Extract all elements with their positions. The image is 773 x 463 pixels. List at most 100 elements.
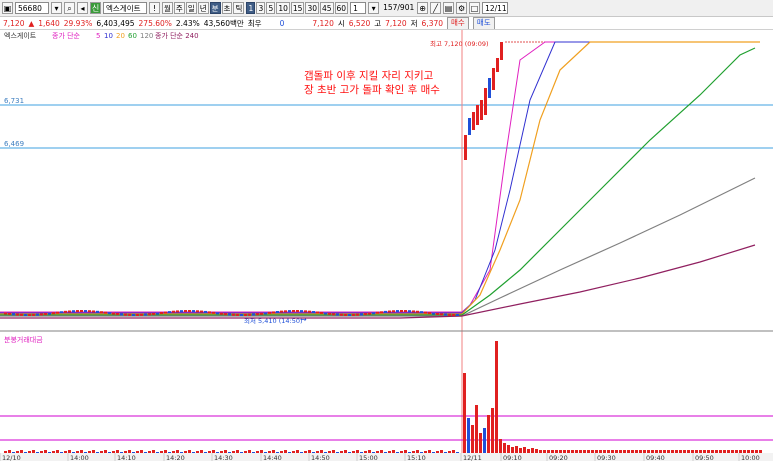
period-button[interactable]: 월 xyxy=(162,2,173,14)
volume-bar xyxy=(60,452,63,453)
stock-code-input[interactable]: 56680 xyxy=(15,2,49,14)
legend-stock-name: 엑스게이트 xyxy=(4,31,37,40)
period-button[interactable]: 년 xyxy=(197,2,209,14)
volume-bar xyxy=(751,450,754,453)
interval-button[interactable]: 1 xyxy=(246,2,256,14)
volume-bar xyxy=(120,452,123,453)
candle xyxy=(364,313,367,316)
candle xyxy=(404,310,407,313)
gear-icon[interactable]: ⚙ xyxy=(456,2,468,14)
volume-bar xyxy=(583,450,586,453)
volume-bar xyxy=(328,451,331,453)
interval-button[interactable]: 30 xyxy=(305,2,319,14)
period-button[interactable]: 주 xyxy=(173,2,185,14)
volume-bar xyxy=(276,452,279,453)
quote-high-value: 7,120 xyxy=(385,18,407,28)
candle xyxy=(216,312,219,315)
line-icon[interactable]: ╱ xyxy=(430,2,442,14)
candle xyxy=(368,312,371,315)
interval-button[interactable]: 5 xyxy=(266,2,276,14)
volume-bar xyxy=(471,425,474,453)
candle xyxy=(232,313,235,316)
x-axis-tick: 14:50 xyxy=(311,454,330,461)
x-axis-tick: 09:40 xyxy=(646,454,665,461)
volume-bar xyxy=(479,433,482,453)
volume-bar xyxy=(547,450,550,453)
candle xyxy=(396,310,399,313)
sell-button[interactable]: 매도 xyxy=(472,17,495,29)
quote-open-label: 시 xyxy=(337,18,345,28)
candle xyxy=(112,312,115,315)
volume-bar xyxy=(703,450,706,453)
info-icon[interactable]: ! xyxy=(149,2,160,14)
high-annotation: 최고 7,120 (09:09) xyxy=(430,39,489,48)
count-input[interactable]: 1 xyxy=(350,2,367,14)
search-icon[interactable]: ⌕ xyxy=(64,2,75,14)
volume-bar xyxy=(707,450,710,453)
period-button[interactable]: 틱 xyxy=(233,2,245,14)
volume-bar xyxy=(108,452,111,453)
candle xyxy=(468,118,471,135)
candle xyxy=(168,311,171,314)
candle xyxy=(276,310,279,313)
period-button[interactable]: 분 xyxy=(209,2,221,14)
candle xyxy=(380,311,383,314)
volume-bar xyxy=(384,452,387,453)
date-input[interactable]: 12/11 xyxy=(482,2,509,14)
candle xyxy=(296,310,299,313)
volume-bar xyxy=(212,450,215,453)
candle xyxy=(388,310,391,313)
x-axis-tick: 09:30 xyxy=(597,454,616,461)
candle xyxy=(204,310,207,313)
legend-ma120: 120 xyxy=(140,32,153,40)
stock-name-field[interactable]: 엑스게이트 xyxy=(103,2,147,14)
chart-area[interactable]: 엑스게이트 종가 단순 5 10 20 60 120 종가 단순 240 6,7… xyxy=(0,30,773,462)
volume-bar xyxy=(124,451,127,453)
volume-bar xyxy=(607,450,610,453)
volume-bar xyxy=(296,450,299,453)
chart-icon[interactable]: ▣ xyxy=(2,2,13,14)
calendar-icon[interactable]: □ xyxy=(469,2,481,14)
volume-bar xyxy=(687,450,690,453)
candle xyxy=(252,313,255,316)
volume-bar xyxy=(619,450,622,453)
dropdown-icon[interactable]: ▾ xyxy=(51,2,62,14)
volume-bar xyxy=(216,452,219,453)
volume-bar xyxy=(408,452,411,453)
volume-bar xyxy=(240,452,243,453)
interval-button[interactable]: 60 xyxy=(334,2,349,14)
interval-buttons: 1 3 5 10 15 30 45 60 xyxy=(246,2,349,14)
volume-bar xyxy=(519,448,522,453)
interval-button[interactable]: 10 xyxy=(276,2,290,14)
volume-bar xyxy=(8,450,11,453)
volume-bar xyxy=(499,439,502,453)
volume-bar xyxy=(148,451,151,453)
period-button[interactable]: 초 xyxy=(221,2,233,14)
volume-bar xyxy=(667,450,670,453)
prev-icon[interactable]: ◂ xyxy=(77,2,88,14)
volume-bar xyxy=(344,450,347,453)
note-line-1: 갭돌파 이후 지킬 자리 지키고 xyxy=(304,69,434,82)
interval-button[interactable]: 15 xyxy=(290,2,305,14)
candle xyxy=(484,88,487,115)
x-axis-tick: 10:00 xyxy=(741,454,760,461)
volume-bar xyxy=(683,450,686,453)
zoom-icon[interactable]: ⊕ xyxy=(417,2,429,14)
interval-button[interactable]: 45 xyxy=(319,2,334,14)
price-chart[interactable]: 엑스게이트 종가 단순 5 10 20 60 120 종가 단순 240 6,7… xyxy=(0,30,773,462)
candle xyxy=(212,311,215,314)
period-button[interactable]: 일 xyxy=(185,2,197,14)
volume-bar xyxy=(595,450,598,453)
volume-bar xyxy=(72,452,75,453)
buy-button[interactable]: 매수 xyxy=(447,17,469,29)
volume-bar xyxy=(248,450,251,453)
candle xyxy=(36,313,39,316)
quote-low-label: 저 xyxy=(410,18,418,28)
candle xyxy=(208,311,211,314)
candle xyxy=(144,313,147,316)
volume-bar xyxy=(611,450,614,453)
candle xyxy=(64,310,67,313)
save-icon[interactable]: ▤ xyxy=(443,2,455,14)
interval-button[interactable]: 3 xyxy=(256,2,266,14)
dropdown-icon[interactable]: ▾ xyxy=(368,2,380,14)
